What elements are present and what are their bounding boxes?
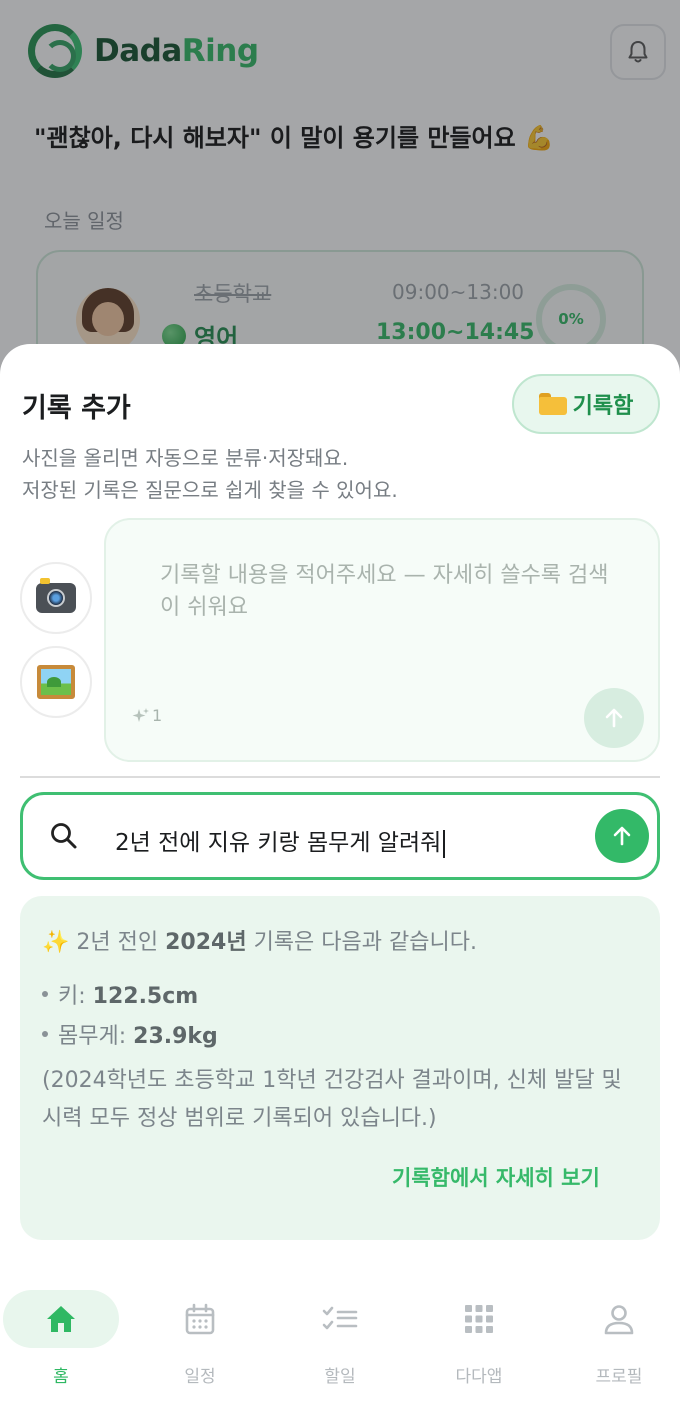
search-query[interactable]: 2년 전에 지유 키랑 몸무게 알려줘 [115,823,446,858]
checklist-icon [322,1306,358,1330]
search-input[interactable]: 2년 전에 지유 키랑 몸무게 알려줘 [20,792,660,880]
view-in-vault-link[interactable]: 기록함에서 자세히 보기 [392,1162,600,1192]
sparkle-icon [132,707,149,722]
home-icon [47,1306,75,1332]
bullet-icon [42,1031,48,1037]
calendar-icon [185,1303,215,1335]
bottom-navigation: 홈 일정 할일 다다앱 프로필 [0,1280,680,1408]
profile-icon [604,1305,634,1335]
section-divider [20,776,660,778]
apps-grid-icon [465,1305,493,1333]
record-vault-label: 기록함 [572,394,634,419]
nav-item-todo[interactable]: 할일 [282,1290,398,1390]
search-answer-card: ✨ 2년 전인 2024년 기록은 다음과 같습니다. 키: 122.5cm 몸… [20,896,660,1240]
nav-item-home[interactable]: 홈 [3,1290,119,1390]
search-submit-button[interactable] [595,809,649,863]
arrow-up-icon [605,708,623,728]
sparkle-counter: 1 [132,706,162,725]
answer-note: (2024학년도 초등학교 1학년 건강검사 결과이며, 신체 발달 및 시력 … [42,1068,622,1131]
bullet-icon [42,991,48,997]
gallery-button[interactable] [20,646,92,718]
camera-icon [36,578,76,613]
arrow-up-icon [613,826,631,846]
picture-icon [37,665,75,699]
answer-item-height: 키: 122.5cm [42,978,198,1010]
record-text-area[interactable]: 기록할 내용을 적어주세요 — 자세히 쓸수록 검색이 쉬워요 1 [104,518,660,762]
nav-item-dada-apps[interactable]: 다다앱 [421,1290,537,1390]
camera-button[interactable] [20,562,92,634]
record-vault-button[interactable]: 기록함 [512,374,660,434]
sheet-title: 기록 추가 [22,393,131,424]
folder-icon [538,393,567,415]
text-caret [443,829,446,858]
add-record-sheet: 기록 추가 기록함 사진을 올리면 자동으로 분류·저장돼요. 저장된 기록은 … [0,344,680,1408]
nav-item-profile[interactable]: 프로필 [561,1290,677,1390]
answer-item-weight: 몸무게: 23.9kg [42,1018,218,1050]
save-record-button[interactable] [584,688,644,748]
nav-item-schedule[interactable]: 일정 [142,1290,258,1390]
record-text-placeholder: 기록할 내용을 적어주세요 — 자세히 쓸수록 검색이 쉬워요 [160,563,609,620]
sheet-description: 사진을 올리면 자동으로 분류·저장돼요. 저장된 기록은 질문으로 쉽게 찾을… [22,446,398,502]
answer-intro: ✨ 2년 전인 2024년 기록은 다음과 같습니다. [42,930,477,955]
search-icon [49,821,79,855]
